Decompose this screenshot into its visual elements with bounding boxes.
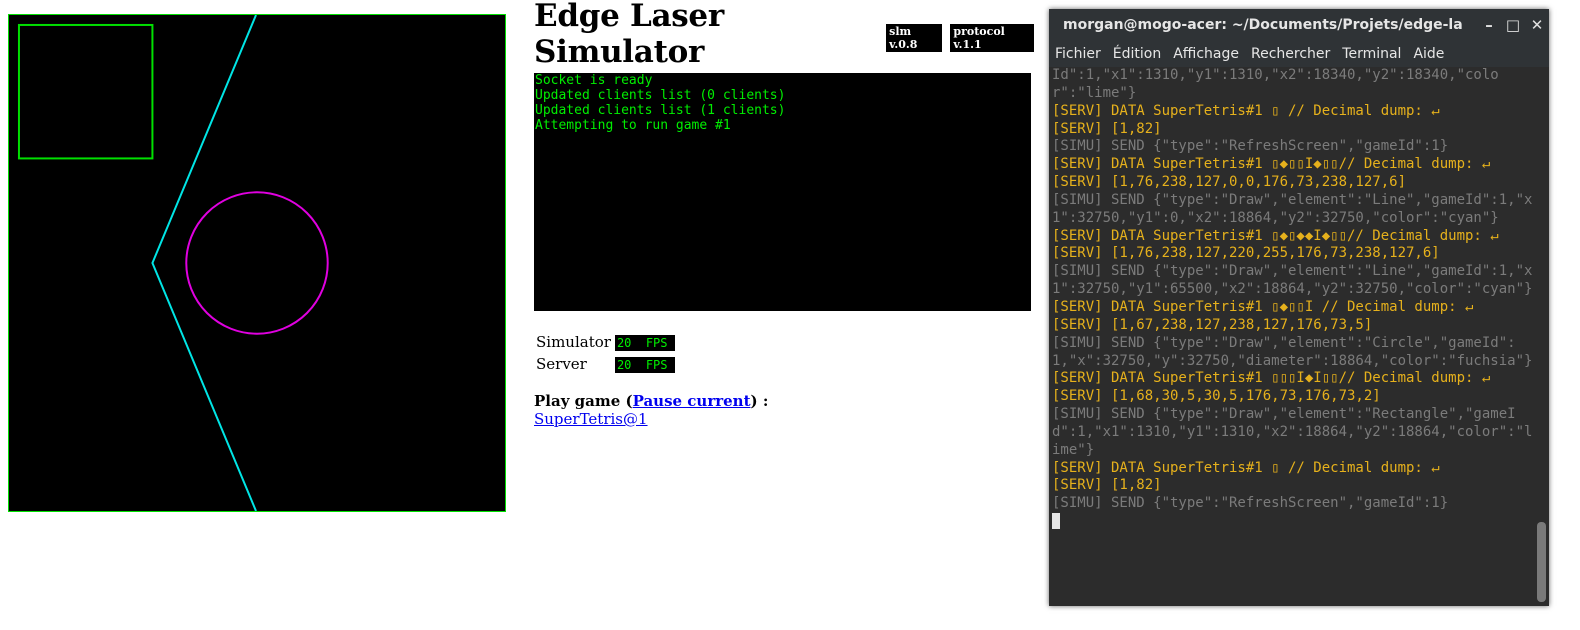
terminal-line: Id":1,"x1":1310,"y1":1310,"x2":18340,"y2… [1052, 67, 1499, 101]
terminal-scrollbar[interactable] [1533, 67, 1549, 606]
fps-table: Simulator 20 FPS Server 20 FPS [534, 331, 677, 375]
terminal-line: [SERV] DATA SuperTetris#1 ▯◆▯▯I // Decim… [1052, 298, 1474, 315]
fps-value: 20 FPS [614, 335, 675, 351]
title-row: Edge Laser Simulator slm v.0.8 protocol … [534, 0, 1035, 70]
fps-value: 20 FPS [614, 357, 675, 373]
game-link-supertetris[interactable]: SuperTetris@1 [534, 410, 648, 428]
terminal-titlebar[interactable]: morgan@mogo-acer: ~/Documents/Projets/ed… [1049, 9, 1549, 41]
play-prefix: Play game ( [534, 392, 633, 410]
laser-rectangle [17, 23, 154, 160]
menu-affichage[interactable]: Affichage [1167, 46, 1245, 62]
terminal-line: [SERV] [1,68,30,5,30,5,176,73,176,73,2] [1052, 388, 1381, 405]
play-suffix: ) : [750, 392, 769, 410]
fps-row: Simulator 20 FPS [534, 331, 677, 353]
laser-canvas [8, 14, 506, 512]
pause-current-link[interactable]: Pause current [633, 392, 751, 410]
terminal-line: [SERV] [1,82] [1052, 477, 1162, 494]
terminal-line: [SERV] DATA SuperTetris#1 ▯ // Decimal d… [1052, 102, 1440, 119]
terminal-line: [SERV] DATA SuperTetris#1 ▯◆▯◆◆I◆▯▯// De… [1052, 227, 1499, 244]
laser-circle [185, 191, 329, 335]
terminal-line: [SERV] DATA SuperTetris#1 ▯ // Decimal d… [1052, 459, 1440, 476]
terminal-line: [SIMU] SEND {"type":"Draw","element":"Li… [1052, 191, 1533, 226]
menu-edition[interactable]: Édition [1107, 46, 1167, 62]
terminal-line: [SERV] [1,76,238,127,220,255,176,73,238,… [1052, 245, 1440, 262]
menu-aide[interactable]: Aide [1407, 46, 1450, 62]
laser-drawing [17, 15, 329, 511]
terminal-line: [SERV] [1,67,238,127,238,127,176,73,5] [1052, 316, 1373, 333]
terminal-line: [SERV] [1,76,238,127,0,0,176,73,238,127,… [1052, 174, 1407, 191]
menu-rechercher[interactable]: Rechercher [1245, 46, 1336, 62]
fps-label: Server [536, 355, 587, 373]
log-line: Updated clients list (0 clients) [535, 88, 786, 103]
laser-line [151, 15, 257, 511]
fps-label: Simulator [536, 333, 611, 351]
terminal-title: morgan@mogo-acer: ~/Documents/Projets/ed… [1063, 17, 1463, 33]
terminal-window[interactable]: morgan@mogo-acer: ~/Documents/Projets/ed… [1049, 9, 1549, 606]
terminal-line: [SERV] DATA SuperTetris#1 ▯▯▯I◆I▯▯// Dec… [1052, 370, 1491, 387]
sim-version-badge: slm v.0.8 [886, 24, 943, 52]
log-line: Socket is ready [535, 73, 653, 88]
terminal-line: [SERV] [1,82] [1052, 120, 1162, 137]
menu-terminal[interactable]: Terminal [1336, 46, 1407, 62]
fps-row: Server 20 FPS [534, 353, 677, 375]
log-line: Updated clients list (1 clients) [535, 103, 786, 118]
log-line: Attempting to run game #1 [535, 118, 731, 133]
terminal-line: [SIMU] SEND {"type":"Draw","element":"Ci… [1052, 334, 1533, 369]
close-button[interactable]: ✕ [1523, 9, 1551, 41]
menu-fichier[interactable]: Fichier [1049, 46, 1107, 62]
simulator-log: Socket is ready Updated clients list (0 … [534, 73, 1031, 311]
terminal-line: [SIMU] SEND {"type":"RefreshScreen","gam… [1052, 495, 1449, 512]
terminal-cursor [1052, 513, 1060, 530]
terminal-line: [SIMU] SEND {"type":"Draw","element":"Re… [1052, 406, 1533, 458]
scrollbar-thumb[interactable] [1537, 522, 1546, 602]
play-game-heading: Play game (Pause current) : [534, 392, 768, 410]
terminal-line: [SERV] DATA SuperTetris#1 ▯◆▯▯I◆▯▯// Dec… [1052, 156, 1491, 173]
protocol-version-badge: protocol v.1.1 [950, 24, 1035, 52]
terminal-line: [SIMU] SEND {"type":"RefreshScreen","gam… [1052, 138, 1449, 155]
terminal-menubar: Fichier Édition Affichage Rechercher Ter… [1049, 41, 1549, 67]
page-title: Edge Laser Simulator [534, 0, 724, 70]
terminal-line: [SIMU] SEND {"type":"Draw","element":"Li… [1052, 263, 1533, 298]
terminal-output[interactable]: Id":1,"x1":1310,"y1":1310,"x2":18340,"y2… [1049, 67, 1533, 606]
simulator-panel: Edge Laser Simulator slm v.0.8 protocol … [534, 0, 1035, 428]
